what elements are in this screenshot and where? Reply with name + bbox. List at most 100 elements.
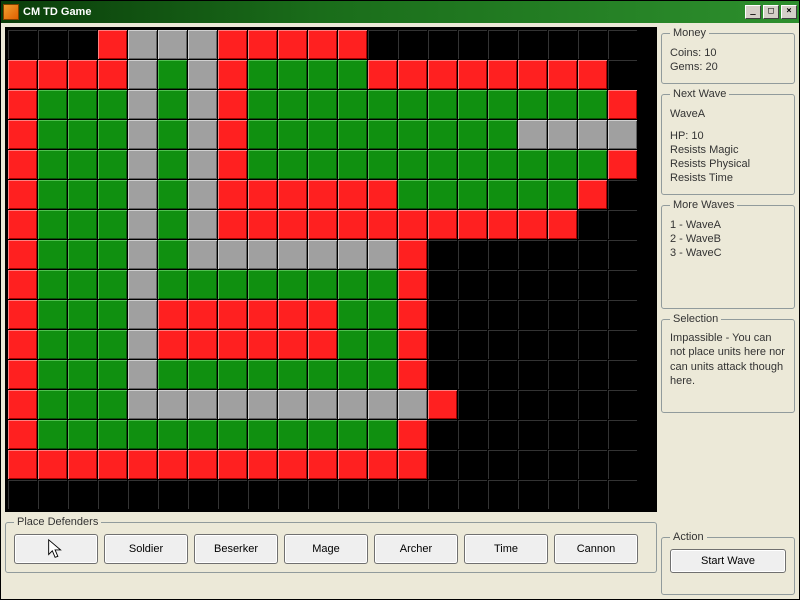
- map-tile[interactable]: [398, 360, 428, 390]
- map-tile[interactable]: [488, 360, 518, 390]
- map-tile[interactable]: [38, 450, 68, 480]
- map-tile[interactable]: [608, 360, 638, 390]
- map-tile[interactable]: [488, 450, 518, 480]
- map-tile[interactable]: [248, 390, 278, 420]
- map-tile[interactable]: [308, 360, 338, 390]
- map-tile[interactable]: [8, 150, 38, 180]
- map-tile[interactable]: [608, 60, 638, 90]
- map-tile[interactable]: [158, 60, 188, 90]
- map-tile[interactable]: [278, 450, 308, 480]
- map-tile[interactable]: [488, 300, 518, 330]
- map-tile[interactable]: [488, 90, 518, 120]
- map-tile[interactable]: [458, 150, 488, 180]
- map-tile[interactable]: [8, 210, 38, 240]
- cursor-button[interactable]: [14, 534, 98, 564]
- map-tile[interactable]: [548, 30, 578, 60]
- map-tile[interactable]: [428, 360, 458, 390]
- map-tile[interactable]: [188, 420, 218, 450]
- map-tile[interactable]: [98, 60, 128, 90]
- map-tile[interactable]: [188, 90, 218, 120]
- map-tile[interactable]: [8, 180, 38, 210]
- map-tile[interactable]: [218, 90, 248, 120]
- map-tile[interactable]: [368, 210, 398, 240]
- map-tile[interactable]: [368, 300, 398, 330]
- map-tile[interactable]: [278, 330, 308, 360]
- map-tile[interactable]: [188, 60, 218, 90]
- map-tile[interactable]: [8, 360, 38, 390]
- map-tile[interactable]: [578, 450, 608, 480]
- map-tile[interactable]: [428, 300, 458, 330]
- map-tile[interactable]: [428, 120, 458, 150]
- map-tile[interactable]: [338, 390, 368, 420]
- map-tile[interactable]: [458, 240, 488, 270]
- map-tile[interactable]: [398, 90, 428, 120]
- map-tile[interactable]: [68, 390, 98, 420]
- mage-button[interactable]: Mage: [284, 534, 368, 564]
- map-tile[interactable]: [608, 330, 638, 360]
- map-tile[interactable]: [488, 210, 518, 240]
- map-tile[interactable]: [248, 420, 278, 450]
- map-tile[interactable]: [338, 360, 368, 390]
- map-tile[interactable]: [578, 240, 608, 270]
- map-tile[interactable]: [608, 390, 638, 420]
- map-tile[interactable]: [518, 150, 548, 180]
- map-tile[interactable]: [608, 420, 638, 450]
- map-tile[interactable]: [128, 300, 158, 330]
- map-tile[interactable]: [488, 270, 518, 300]
- map-tile[interactable]: [278, 120, 308, 150]
- map-tile[interactable]: [158, 390, 188, 420]
- map-tile[interactable]: [428, 330, 458, 360]
- map-tile[interactable]: [608, 120, 638, 150]
- map-tile[interactable]: [548, 120, 578, 150]
- map-tile[interactable]: [68, 330, 98, 360]
- map-tile[interactable]: [248, 60, 278, 90]
- map-tile[interactable]: [578, 90, 608, 120]
- map-tile[interactable]: [68, 450, 98, 480]
- map-tile[interactable]: [458, 450, 488, 480]
- map-tile[interactable]: [338, 330, 368, 360]
- map-tile[interactable]: [608, 180, 638, 210]
- map-tile[interactable]: [518, 360, 548, 390]
- map-tile[interactable]: [158, 210, 188, 240]
- map-tile[interactable]: [158, 30, 188, 60]
- map-tile[interactable]: [68, 240, 98, 270]
- map-tile[interactable]: [308, 420, 338, 450]
- map-tile[interactable]: [578, 150, 608, 180]
- map-tile[interactable]: [8, 60, 38, 90]
- map-tile[interactable]: [128, 90, 158, 120]
- map-tile[interactable]: [398, 240, 428, 270]
- map-tile[interactable]: [398, 30, 428, 60]
- map-tile[interactable]: [218, 150, 248, 180]
- map-tile[interactable]: [278, 240, 308, 270]
- map-tile[interactable]: [278, 270, 308, 300]
- map-tile[interactable]: [518, 390, 548, 420]
- beserker-button[interactable]: Beserker: [194, 534, 278, 564]
- map-tile[interactable]: [518, 420, 548, 450]
- map-tile[interactable]: [368, 360, 398, 390]
- map-tile[interactable]: [578, 330, 608, 360]
- map-tile[interactable]: [398, 420, 428, 450]
- map-tile[interactable]: [158, 240, 188, 270]
- map-tile[interactable]: [458, 90, 488, 120]
- map-tile[interactable]: [248, 150, 278, 180]
- map-tile[interactable]: [458, 210, 488, 240]
- map-tile[interactable]: [128, 450, 158, 480]
- map-tile[interactable]: [458, 120, 488, 150]
- map-tile[interactable]: [158, 120, 188, 150]
- map-tile[interactable]: [68, 270, 98, 300]
- map-tile[interactable]: [218, 390, 248, 420]
- map-tile[interactable]: [188, 240, 218, 270]
- map-tile[interactable]: [128, 150, 158, 180]
- map-tile[interactable]: [38, 270, 68, 300]
- map-tile[interactable]: [38, 210, 68, 240]
- map-tile[interactable]: [38, 330, 68, 360]
- map-tile[interactable]: [338, 60, 368, 90]
- map-tile[interactable]: [158, 150, 188, 180]
- map-tile[interactable]: [398, 180, 428, 210]
- map-tile[interactable]: [368, 90, 398, 120]
- archer-button[interactable]: Archer: [374, 534, 458, 564]
- map-tile[interactable]: [578, 300, 608, 330]
- map-tile[interactable]: [548, 450, 578, 480]
- map-tile[interactable]: [428, 210, 458, 240]
- map-tile[interactable]: [98, 90, 128, 120]
